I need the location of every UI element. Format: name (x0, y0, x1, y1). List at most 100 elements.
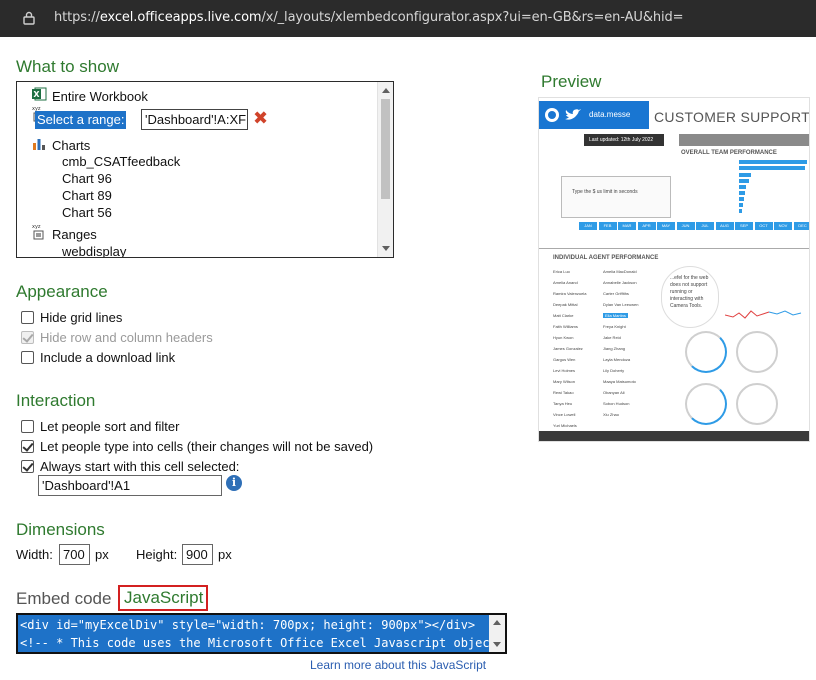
preview-divider (539, 248, 809, 249)
type-cells-checkbox[interactable] (21, 440, 34, 453)
agent-name: Layla Mendoza (603, 357, 631, 362)
agent-name: Sobon Hudson (603, 401, 630, 406)
list-item-entire-workbook[interactable]: Entire Workbook (52, 89, 148, 104)
preview-month: APR (637, 222, 656, 230)
preview-bar (739, 160, 807, 164)
preview-month: JUN (676, 222, 695, 230)
interaction-heading: Interaction (16, 391, 96, 410)
learn-more-link[interactable]: Learn more about this JavaScript (310, 658, 486, 672)
width-label: Width: (16, 547, 53, 562)
agent-name: Obanyan Ali (603, 390, 625, 395)
start-cell-checkbox[interactable] (21, 460, 34, 473)
hide-grid-checkbox[interactable] (21, 311, 34, 324)
donut-chart (736, 331, 778, 373)
preview-pane[interactable]: data.messe CUSTOMER SUPPORT A Last updat… (538, 97, 810, 442)
preview-bar (739, 197, 744, 201)
code-scrollbar[interactable] (489, 615, 505, 652)
preview-note-text: ...efel for the web does not support run… (670, 275, 709, 309)
list-item-chart[interactable]: Chart 96 (62, 171, 112, 186)
preview-bar (739, 191, 745, 195)
scroll-up-icon[interactable] (493, 620, 501, 625)
width-input[interactable]: 700 (59, 544, 90, 565)
svg-text:X: X (33, 90, 40, 99)
agent-name: Levi Holmes (553, 368, 576, 373)
height-input[interactable]: 900 (182, 544, 213, 565)
hide-headers-label: Hide row and column headers (40, 330, 213, 345)
agent-name: Yuri Michaels (553, 423, 577, 428)
agent-name: Freya Knight (603, 324, 626, 329)
address-bar[interactable]: https://excel.officeapps.live.com/x/_lay… (0, 0, 816, 37)
agent-name: Carter Griffiths (603, 291, 629, 296)
preview-tooltip-box: Type the $ us limit in seconds (561, 176, 671, 218)
url-scheme: https:// (54, 10, 100, 25)
select-range-label[interactable]: Select a range: (35, 111, 127, 129)
lock-icon (23, 11, 35, 25)
preview-month: AUG (715, 222, 734, 230)
list-scrollbar[interactable] (377, 82, 393, 257)
list-item-chart[interactable]: cmb_CSATfeedback (62, 154, 180, 169)
agent-name: Faith Williams (553, 324, 578, 329)
embed-code-label: Embed code (16, 589, 112, 608)
agent-name: Erica Luo (553, 269, 570, 274)
list-item-range[interactable]: webdisplay (62, 244, 126, 257)
agent-name: Jiang Zhang (603, 346, 626, 351)
list-item-chart[interactable]: Chart 56 (62, 205, 112, 220)
scroll-down-icon[interactable] (493, 642, 501, 647)
donut-chart (685, 383, 727, 425)
start-cell-input[interactable]: 'Dashboard'!A1 (38, 475, 222, 496)
preview-bar (739, 203, 743, 207)
agent-name: Lily Doherty (603, 368, 625, 373)
preview-month: NOV (774, 222, 792, 230)
preview-bar (739, 173, 751, 177)
range-input[interactable]: 'Dashboard'!A:XF (141, 109, 248, 130)
agent-name: Xiu Zhao (603, 412, 620, 417)
agent-name: Amelia Anand (553, 280, 578, 285)
sort-filter-checkbox[interactable] (21, 420, 34, 433)
agent-name: Annabelle Jackson (603, 280, 637, 285)
preview-bar (739, 185, 746, 189)
dimensions-heading: Dimensions (16, 520, 105, 539)
ranges-icon: xyz (32, 224, 44, 240)
preview-sheet-tabs (539, 431, 809, 441)
javascript-tab[interactable]: JavaScript (118, 585, 208, 611)
last-updated-text: Last updated: 12th July 2022 (589, 137, 654, 143)
preview-month: JAN (579, 222, 597, 230)
individual-performance: INDIVIDUAL AGENT PERFORMANCE (553, 255, 659, 261)
width-unit: px (95, 547, 109, 562)
height-label: Height: (136, 547, 178, 562)
start-cell-label: Always start with this cell selected: (40, 459, 240, 474)
agent-name: Rewi Takao (553, 390, 574, 395)
chart-icon (33, 139, 45, 150)
type-cells-label: Let people type into cells (their change… (40, 439, 374, 454)
hide-headers-checkbox (21, 331, 34, 344)
agent-name: Maaya Matsumoto (603, 379, 636, 384)
list-item-ranges[interactable]: Ranges (52, 227, 97, 242)
scroll-up-icon[interactable] (382, 88, 390, 93)
list-item-charts[interactable]: Charts (52, 138, 90, 153)
preview-bar (739, 179, 749, 183)
appearance-heading: Appearance (16, 282, 108, 301)
scroll-down-icon[interactable] (382, 246, 390, 251)
scroll-thumb[interactable] (381, 99, 390, 199)
twitter-icon (565, 109, 581, 120)
preview-month: MAY (657, 222, 675, 230)
what-to-show-list[interactable]: X Entire Workbook xyz Charts cmb_CSATfee… (16, 81, 394, 258)
sparkline (725, 310, 802, 319)
hide-grid-label: Hide grid lines (40, 310, 123, 325)
info-icon[interactable]: i (226, 475, 242, 491)
preview-month: DEC (793, 222, 809, 230)
download-link-checkbox[interactable] (21, 351, 34, 364)
preview-month: FEB (598, 222, 617, 230)
code-line: <div id="myExcelDiv" style="width: 700px… (20, 618, 476, 632)
download-link-label: Include a download link (40, 350, 176, 365)
url-text[interactable]: https://excel.officeapps.live.com/x/_lay… (54, 10, 684, 25)
list-item-chart[interactable]: Chart 89 (62, 188, 112, 203)
clear-range-icon[interactable]: ✖ (253, 110, 269, 128)
what-to-show-heading: What to show (16, 57, 119, 76)
preview-bar (739, 166, 805, 170)
embed-code-textarea[interactable]: <div id="myExcelDiv" style="width: 700px… (16, 613, 507, 654)
preview-month: OCT (754, 222, 773, 230)
excel-icon: X (32, 87, 47, 101)
preview-month: JUL (696, 222, 714, 230)
agent-name: Ramira Valenzuela (553, 291, 587, 296)
